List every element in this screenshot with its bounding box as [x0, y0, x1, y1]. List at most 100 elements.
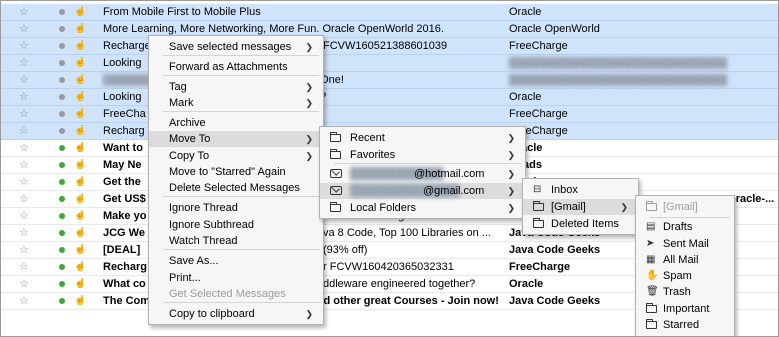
- junk-status-icon[interactable]: ☝: [74, 210, 86, 221]
- submenu-arrow-icon: ❯: [620, 202, 628, 212]
- submenu-arrow-icon: ❯: [507, 169, 515, 179]
- read-status-dot-icon[interactable]: [59, 247, 65, 253]
- move-to-item[interactable]: Favorites ❯: [320, 147, 525, 163]
- star-icon[interactable]: ☆: [19, 5, 31, 18]
- message-row[interactable]: ☆☝Lookingd?Oracle: [1, 89, 778, 106]
- read-status-dot-icon[interactable]: [59, 196, 65, 202]
- gmail-folder-item[interactable]: Important: [636, 301, 734, 317]
- star-icon[interactable]: ☆: [19, 141, 31, 154]
- read-status-dot-icon[interactable]: [59, 9, 65, 15]
- menu-item-save-selected-messages[interactable]: Save selected messages ❯: [149, 39, 323, 55]
- menu-item-move-to[interactable]: Move To ❯: [149, 131, 323, 147]
- junk-status-icon[interactable]: ☝: [74, 23, 86, 34]
- read-status-dot-icon[interactable]: [59, 26, 65, 32]
- move-to-item[interactable]: Local Folders ❯: [320, 200, 525, 216]
- folder-icon: [533, 218, 544, 228]
- read-status-dot-icon[interactable]: [59, 128, 65, 134]
- menu-item-tag[interactable]: Tag ❯: [149, 79, 323, 95]
- junk-status-icon[interactable]: ☝: [74, 57, 86, 68]
- menu-item-save-as[interactable]: Save As...: [149, 253, 323, 269]
- menu-item-copy-to[interactable]: Copy To ❯: [149, 148, 323, 164]
- menu-item-ignore-subthread[interactable]: Ignore Subthread: [149, 217, 323, 233]
- move-to-item[interactable]: ██████████████ @gmail.com ❯: [320, 183, 525, 199]
- message-row[interactable]: ☆ ☝ More Learning, More Networking, More F…: [1, 21, 778, 38]
- star-icon[interactable]: ☆: [19, 277, 31, 290]
- read-status-dot-icon[interactable]: [59, 111, 65, 117]
- read-status-dot-icon[interactable]: [59, 213, 65, 219]
- read-status-dot-icon[interactable]: [59, 230, 65, 236]
- read-status-dot-icon[interactable]: [59, 179, 65, 185]
- read-status-dot-icon[interactable]: [59, 264, 65, 270]
- menu-item-forward-as-attachments[interactable]: Forward as Attachments: [149, 59, 323, 75]
- junk-status-icon[interactable]: ☝: [74, 159, 86, 170]
- junk-status-icon[interactable]: ☝: [74, 278, 86, 289]
- star-icon[interactable]: ☆: [19, 107, 31, 120]
- menu-item-delete-selected-messages[interactable]: Delete Selected Messages: [149, 180, 323, 196]
- read-status-dot-icon[interactable]: [59, 94, 65, 100]
- junk-status-icon[interactable]: ☝: [74, 108, 86, 119]
- gmail-folder-item[interactable]: ▦ All Mail: [636, 252, 734, 268]
- junk-status-icon[interactable]: ☝: [74, 176, 86, 187]
- junk-status-icon[interactable]: ☝: [74, 91, 86, 102]
- menu-item-archive[interactable]: Archive: [149, 115, 323, 131]
- gmail-menu-item[interactable]: Deleted Items: [523, 216, 638, 232]
- menu-item-watch-thread[interactable]: Watch Thread: [149, 233, 323, 249]
- read-status-dot-icon[interactable]: [59, 298, 65, 304]
- star-icon[interactable]: ☆: [19, 158, 31, 171]
- gmail-folder-item[interactable]: ✋ Spam: [636, 268, 734, 284]
- star-icon[interactable]: ☆: [19, 175, 31, 188]
- menu-item-mark[interactable]: Mark ❯: [149, 95, 323, 111]
- gmail-folder-item[interactable]: 🗑 Trash: [636, 284, 734, 300]
- star-icon[interactable]: ☆: [19, 243, 31, 256]
- menu-item-ignore-thread[interactable]: Ignore Thread: [149, 200, 323, 216]
- junk-status-icon[interactable]: ☝: [74, 244, 86, 255]
- menu-item-copy-to-clipboard[interactable]: Copy to clipboard ❯: [149, 306, 323, 322]
- message-correspondent: oracle-...: [729, 193, 775, 205]
- read-status-dot-icon[interactable]: [59, 162, 65, 168]
- menu-item-label: Move To: [169, 133, 211, 145]
- message-correspondent: acle: [521, 142, 543, 154]
- junk-status-icon[interactable]: ☝: [74, 6, 86, 17]
- star-icon[interactable]: ☆: [19, 192, 31, 205]
- read-status-dot-icon[interactable]: [59, 281, 65, 287]
- message-subject-tail: va 8 Code, Top 100 Libraries on ...: [323, 227, 491, 239]
- junk-status-icon[interactable]: ☝: [74, 40, 86, 51]
- star-icon[interactable]: ☆: [19, 124, 31, 137]
- read-status-dot-icon[interactable]: [59, 77, 65, 83]
- junk-status-icon[interactable]: ☝: [74, 74, 86, 85]
- gmail-menu-item[interactable]: [Gmail] ❯: [523, 199, 638, 215]
- junk-status-icon[interactable]: ☝: [74, 261, 86, 272]
- read-status-dot-icon[interactable]: [59, 60, 65, 66]
- read-status-dot-icon[interactable]: [59, 145, 65, 151]
- star-icon[interactable]: ☆: [19, 226, 31, 239]
- gmail-folder-item[interactable]: ➤ Sent Mail: [636, 236, 734, 252]
- menu-item-move-to-starred-again[interactable]: Move to "Starred" Again: [149, 164, 323, 180]
- read-status-dot-icon[interactable]: [59, 43, 65, 49]
- gmail-folder-item[interactable]: ▤ Drafts: [636, 219, 734, 235]
- message-correspondent: Oracle: [509, 6, 542, 18]
- star-icon[interactable]: ☆: [19, 39, 31, 52]
- junk-status-icon[interactable]: ☝: [74, 193, 86, 204]
- gmail-folder-item[interactable]: Starred: [636, 317, 734, 333]
- move-to-item[interactable]: Recent ❯: [320, 130, 525, 146]
- junk-status-icon[interactable]: ☝: [74, 227, 86, 238]
- star-icon[interactable]: ☆: [19, 56, 31, 69]
- star-icon[interactable]: ☆: [19, 22, 31, 35]
- junk-status-icon[interactable]: ☝: [74, 295, 86, 306]
- message-row[interactable]: ☆ ☝ From Mobile First to Mobile Plus Oracle: [1, 4, 778, 21]
- star-icon[interactable]: ☆: [19, 90, 31, 103]
- menu-item-label: Local Folders: [350, 202, 417, 214]
- star-icon[interactable]: ☆: [19, 209, 31, 222]
- message-row[interactable]: ☆ ☝ Looking ████████████████████████████: [1, 55, 778, 72]
- star-icon[interactable]: ☆: [19, 73, 31, 86]
- junk-status-icon[interactable]: ☝: [74, 142, 86, 153]
- star-icon[interactable]: ☆: [19, 294, 31, 307]
- gmail-menu-item[interactable]: ⊟ Inbox: [523, 182, 638, 198]
- message-row[interactable]: ☆☝██████████████████████aOne!███████████…: [1, 72, 778, 89]
- move-to-item[interactable]: ████████████ @hotmail.com ❯: [320, 166, 525, 182]
- junk-status-icon[interactable]: ☝: [74, 125, 86, 136]
- message-row[interactable]: ☆ ☝ FreeCha FreeCharge: [1, 106, 778, 123]
- message-row[interactable]: ☆ ☝ Recharge FCVW160521388601039 FreeCharge: [1, 38, 778, 55]
- star-icon[interactable]: ☆: [19, 260, 31, 273]
- menu-item-print[interactable]: Print...: [149, 270, 323, 286]
